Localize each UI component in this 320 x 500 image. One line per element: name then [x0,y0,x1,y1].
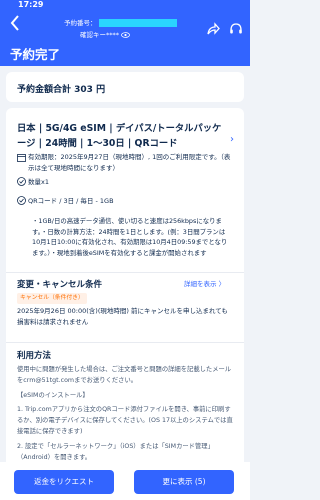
usage-paragraph: 1. Trip.comアプリから注文のQRコード添付ファイルを開き、事前に印刷す… [17,406,233,435]
qr-plan-text: QRコード / 3日 / 毎日 - 1GB [28,197,114,205]
share-icon[interactable] [206,22,220,36]
plan-notes: ・1GB/日の高速データ通信、使い切ると速度は256kbpsになります。・日数の… [32,217,228,257]
cancellation-title: 変更・キャンセル条件 [17,280,103,290]
header: 17:29 予約番号： 確認キー**** 予約完了 [0,0,250,66]
confirm-key[interactable]: 確認キー**** [80,29,130,39]
refund-request-button[interactable]: 返金をリクエスト [14,470,114,494]
eye-icon[interactable] [121,32,130,38]
status-time: 17:29 [18,0,44,9]
cancellation-text: 2025年9月26日 00:00(含)(現地時間) 前にキャンセルを申し込まれて… [17,307,228,326]
detail-link[interactable]: 詳細を表示 〉 [184,278,225,288]
total-label: 予約金額合計 303 円 [17,85,106,95]
chevron-right-icon[interactable]: › [230,134,234,145]
validity-text: 有効期限：2025年9月27日（現地時間）, 1回のご利用限定です。（表示は全て… [28,153,231,172]
usage-title: 利用方法 [17,351,52,361]
usage-paragraph: 2. 設定で「セルラーネットワーク」（iOS）または「SIMカード管理」（And… [17,442,214,461]
order-number: 予約番号： [64,17,177,27]
total-amount: 303 円 [74,85,106,95]
divider [6,342,244,343]
quantity-text: 数量x1 [28,178,49,186]
usage-paragraph: 使用中に問題が発生した場合は、ご注文番号と問題の詳細を記載したメールをcrm@5… [17,366,232,384]
product-title[interactable]: 日本 | 5G/4G eSIM | デイパス/トータルパッケージ | 24時間 … [17,121,227,151]
check-circle-icon [17,177,26,186]
divider [6,272,244,273]
usage-text: 使用中に問題が発生した場合は、ご注文番号と問題の詳細を記載したメールをcrm@5… [17,365,235,467]
page-title: 予約完了 [10,47,61,62]
usage-paragraph: 【eSIMのインストール】 [17,391,89,399]
back-arrow-icon[interactable] [8,14,22,32]
calendar-icon [17,154,26,162]
cancellation-badge: キャンセル（条件付き） [17,293,87,304]
headset-icon[interactable] [229,22,243,36]
bottom-action-bar: 返金をリクエスト 更に表示 (5) [0,462,250,500]
check-circle-icon [17,196,26,205]
total-card: 予約金額合計 303 円 [6,72,244,102]
order-number-redaction [98,19,177,27]
show-more-button[interactable]: 更に表示 (5) [134,470,234,494]
product-card: 日本 | 5G/4G eSIM | デイパス/トータルパッケージ | 24時間 … [6,108,244,490]
